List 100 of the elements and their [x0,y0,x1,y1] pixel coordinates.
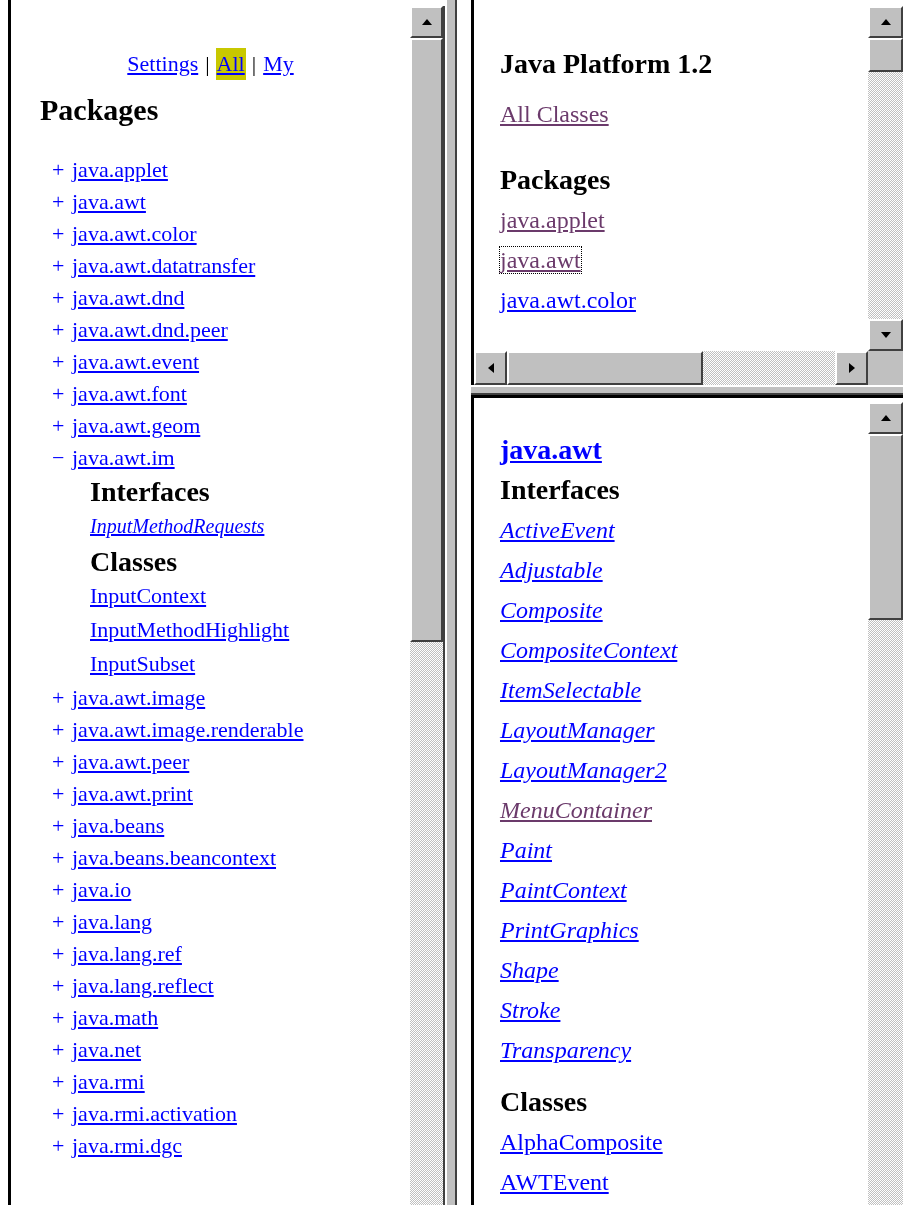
scroll-up-button[interactable] [868,6,903,38]
separator: | [205,50,210,78]
group-heading: Classes [90,545,179,579]
package-link[interactable]: java.awt.peer [72,746,190,778]
package-link[interactable]: java.lang.reflect [72,970,214,1002]
package-link[interactable]: java.awt.print [72,778,193,810]
package-link[interactable]: java.awt.datatransfer [72,250,256,282]
package-link[interactable]: java.io [72,874,132,906]
interface-link[interactable]: Paint [500,837,552,863]
package-link[interactable]: java.net [72,1034,142,1066]
class-link[interactable]: AWTEvent [500,1169,609,1195]
expand-toggle[interactable]: + [52,778,72,810]
scrollbar-thumb[interactable] [868,38,903,72]
scroll-left-button[interactable] [474,351,507,385]
expand-toggle[interactable]: + [52,186,72,218]
package-title-link[interactable]: java.awt [500,434,602,465]
interface-link[interactable]: PrintGraphics [500,917,639,943]
expand-toggle[interactable]: + [52,154,72,186]
package-link[interactable]: java.awt.geom [72,410,201,442]
interface-link[interactable]: ItemSelectable [500,677,642,703]
expand-toggle[interactable]: + [52,810,72,842]
group-heading: Interfaces [90,475,211,509]
package-link[interactable]: java.awt.font [72,378,187,410]
package-link[interactable]: java.awt.event [72,346,200,378]
interface-link[interactable]: MenuContainer [500,797,652,823]
interface-link[interactable]: CompositeContext [500,637,678,663]
interface-link[interactable]: ActiveEvent [500,517,615,543]
scrollbar-thumb[interactable] [410,38,443,642]
section-heading: Packages [40,92,160,128]
expand-toggle[interactable]: + [52,218,72,250]
expand-toggle[interactable]: + [52,970,72,1002]
interface-link[interactable]: Composite [500,597,603,623]
package-link[interactable]: java.math [72,1002,159,1034]
package-link[interactable]: java.rmi [72,1066,145,1098]
interface-link[interactable]: Stroke [500,997,561,1023]
arrow-up-icon [421,17,432,27]
collapse-toggle[interactable]: − [52,442,72,474]
package-link[interactable]: java.awt [72,186,146,218]
scroll-up-button[interactable] [410,6,443,38]
package-link[interactable]: java.lang [72,906,153,938]
frame-title: Java Platform 1.2 [500,47,714,81]
section-heading: Interfaces [500,473,621,507]
section-heading: Classes [500,1085,589,1119]
interface-link[interactable]: InputMethodRequests [90,515,265,537]
section-heading: Packages [500,163,612,197]
expand-toggle[interactable]: + [52,1130,72,1162]
arrow-right-icon [846,363,857,373]
package-link[interactable]: java.awt.color [500,287,636,313]
package-link[interactable]: java.awt.image [72,682,206,714]
package-link[interactable]: java.applet [500,207,605,233]
arrow-down-icon [880,330,891,340]
package-link[interactable]: java.rmi.activation [72,1098,237,1130]
expand-toggle[interactable]: + [52,1002,72,1034]
class-link[interactable]: InputContext [90,583,207,608]
expand-toggle[interactable]: + [52,1098,72,1130]
package-link[interactable]: java.awt [500,247,581,273]
class-link[interactable]: InputSubset [90,651,196,676]
interface-link[interactable]: LayoutManager [500,717,655,743]
expand-toggle[interactable]: + [52,410,72,442]
expand-toggle[interactable]: + [52,938,72,970]
interface-link[interactable]: LayoutManager2 [500,757,667,783]
expand-toggle[interactable]: + [52,682,72,714]
package-link[interactable]: java.awt.dnd [72,282,185,314]
scroll-down-button[interactable] [868,319,903,351]
class-link[interactable]: InputMethodHighlight [90,617,290,642]
expand-toggle[interactable]: + [52,746,72,778]
package-link[interactable]: java.awt.color [72,218,197,250]
package-link[interactable]: java.awt.image.renderable [72,714,304,746]
interface-link[interactable]: Shape [500,957,559,983]
separator: | [251,50,257,78]
package-link[interactable]: java.beans [72,810,165,842]
expand-toggle[interactable]: + [52,842,72,874]
expand-toggle[interactable]: + [52,906,72,938]
expand-toggle[interactable]: + [52,714,72,746]
scrollbar-thumb[interactable] [868,434,903,620]
nav-link[interactable]: Settings [126,48,200,80]
scroll-right-button[interactable] [835,351,868,385]
interface-link[interactable]: PaintContext [500,877,627,903]
expand-toggle[interactable]: + [52,1066,72,1098]
expand-toggle[interactable]: + [52,378,72,410]
package-link[interactable]: java.lang.ref [72,938,182,970]
expand-toggle[interactable]: + [52,282,72,314]
expand-toggle[interactable]: + [52,250,72,282]
class-link[interactable]: AlphaComposite [500,1129,663,1155]
scroll-up-button[interactable] [868,402,903,434]
package-link[interactable]: java.awt.dnd.peer [72,314,228,346]
nav-link[interactable]: All [215,48,246,80]
expand-toggle[interactable]: + [52,1034,72,1066]
scrollbar-thumb[interactable] [507,351,703,385]
package-link[interactable]: java.awt.im [72,442,175,474]
package-link[interactable]: java.applet [72,154,168,186]
package-link[interactable]: java.beans.beancontext [72,842,276,874]
interface-link[interactable]: Transparency [500,1037,632,1063]
interface-link[interactable]: Adjustable [500,557,603,583]
expand-toggle[interactable]: + [52,874,72,906]
nav-link[interactable]: My [262,48,295,80]
package-link[interactable]: java.rmi.dgc [72,1130,182,1162]
expand-toggle[interactable]: + [52,314,72,346]
all-classes-link[interactable]: All Classes [500,101,609,127]
expand-toggle[interactable]: + [52,346,72,378]
